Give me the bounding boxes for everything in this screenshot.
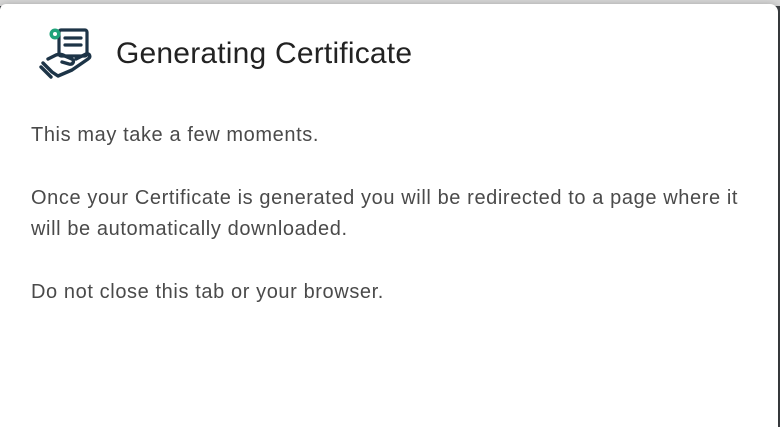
redirect-message: Once your Certificate is generated you w…: [31, 187, 739, 240]
wait-message: This may take a few moments.: [31, 124, 320, 146]
dialog-title: Generating Certificate: [116, 37, 413, 70]
certificate-hand-icon: [38, 26, 96, 82]
dialog-header: Generating Certificate: [38, 26, 412, 82]
generating-certificate-dialog: Generating Certificate This may take a f…: [0, 4, 778, 427]
dialog-body: This may take a few moments. Once your C…: [31, 120, 751, 340]
warning-message: Do not close this tab or your browser.: [31, 281, 384, 303]
